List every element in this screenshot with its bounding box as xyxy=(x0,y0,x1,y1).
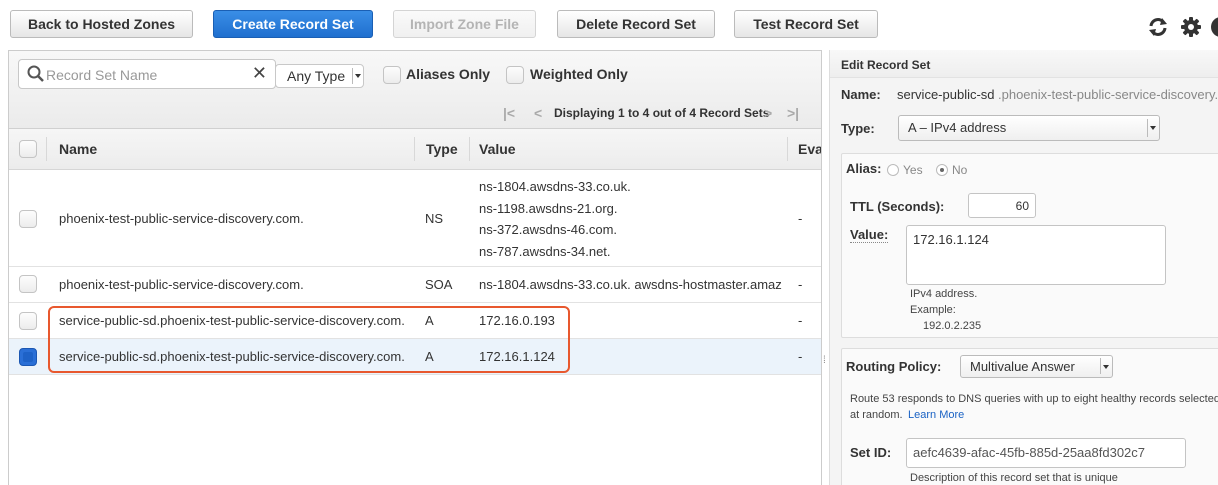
chevron-down-icon xyxy=(1100,358,1110,374)
column-header-value[interactable]: Value xyxy=(479,141,516,157)
aliases-only-label: Aliases Only xyxy=(406,66,491,82)
pager-text: Displaying 1 to 4 out of 4 Record Sets xyxy=(554,106,770,120)
row-checkbox[interactable] xyxy=(19,210,37,228)
alias-yes-label: Yes xyxy=(903,163,923,177)
set-id-hint: Description of this record set that is u… xyxy=(910,472,1118,484)
row-checkbox[interactable] xyxy=(19,312,37,330)
value-textarea[interactable]: 172.16.1.124 xyxy=(906,225,1166,285)
type-filter-select[interactable]: Any Type xyxy=(275,64,364,88)
previous-page-icon[interactable]: < xyxy=(534,105,542,121)
column-header-name[interactable]: Name xyxy=(59,141,97,157)
last-page-icon[interactable]: >| xyxy=(787,105,799,121)
column-divider xyxy=(787,137,788,161)
record-evaluate-health: - xyxy=(798,349,803,364)
routing-policy-section: Routing Policy: Multivalue Answer Route … xyxy=(841,348,1218,485)
routing-policy-description: Route 53 responds to DNS queries with up… xyxy=(850,393,1218,405)
first-page-icon[interactable]: |< xyxy=(503,105,515,121)
refresh-icon[interactable] xyxy=(1147,16,1169,41)
panel-splitter-handle[interactable]: ⁞ xyxy=(823,355,826,366)
table-row[interactable]: phoenix-test-public-service-discovery.co… xyxy=(9,171,821,267)
record-name: phoenix-test-public-service-discovery.co… xyxy=(59,211,304,226)
select-all-checkbox[interactable] xyxy=(19,140,37,158)
type-label: Type: xyxy=(841,121,875,136)
delete-record-set-button[interactable]: Delete Record Set xyxy=(557,10,715,38)
column-divider xyxy=(469,137,470,161)
value-hint-ipv4: IPv4 address. xyxy=(910,288,978,300)
record-set-list-panel: Record Set Name ✕ Any Type Aliases Only … xyxy=(8,50,822,485)
record-type: NS xyxy=(425,211,444,226)
alias-no-radio[interactable] xyxy=(936,164,948,176)
aliases-only-checkbox[interactable] xyxy=(383,66,401,84)
gear-icon[interactable] xyxy=(1180,16,1202,41)
import-zone-file-button[interactable]: Import Zone File xyxy=(393,10,536,38)
search-input[interactable]: Record Set Name ✕ xyxy=(18,59,276,89)
clear-search-icon[interactable]: ✕ xyxy=(252,63,267,84)
search-placeholder: Record Set Name xyxy=(46,67,158,83)
routing-policy-label: Routing Policy: xyxy=(846,359,942,374)
ttl-input[interactable]: 60 xyxy=(968,193,1036,218)
alias-yes-radio[interactable] xyxy=(887,164,899,176)
record-name: phoenix-test-public-service-discovery.co… xyxy=(59,277,304,292)
learn-more-link[interactable]: Learn More xyxy=(908,409,964,421)
value-hint-example-ip: 192.0.2.235 xyxy=(923,320,982,332)
record-evaluate-health: - xyxy=(798,277,803,292)
column-header-type[interactable]: Type xyxy=(426,141,458,157)
table-row[interactable]: phoenix-test-public-service-discovery.co… xyxy=(9,267,821,303)
weighted-only-checkbox[interactable] xyxy=(506,66,524,84)
filter-bar: Record Set Name ✕ Any Type Aliases Only … xyxy=(9,51,821,129)
test-record-set-button[interactable]: Test Record Set xyxy=(734,10,878,38)
routing-policy-value: Multivalue Answer xyxy=(970,359,1075,374)
record-evaluate-health: - xyxy=(798,211,803,226)
zone-suffix: .phoenix-test-public-service-discovery.c xyxy=(998,87,1218,102)
set-id-label: Set ID: xyxy=(850,445,892,460)
type-select[interactable]: A – IPv4 address xyxy=(898,115,1160,141)
info-icon[interactable] xyxy=(1210,16,1218,41)
column-divider xyxy=(414,137,415,161)
value-hint-example: Example: xyxy=(910,304,956,316)
routing-policy-select[interactable]: Multivalue Answer xyxy=(960,355,1113,378)
record-type: SOA xyxy=(425,277,453,292)
weighted-only-label: Weighted Only xyxy=(530,66,628,82)
edit-record-set-panel: Edit Record Set Name: service-public-sd … xyxy=(829,50,1218,485)
record-value: ns-1804.awsdns-33.co.uk. awsdns-hostmast… xyxy=(479,277,782,292)
chevron-down-icon xyxy=(352,68,361,84)
value-label: Value: xyxy=(850,227,889,243)
column-header-evaluate-health[interactable]: Eva xyxy=(798,141,821,157)
next-page-icon[interactable]: > xyxy=(764,105,772,121)
record-value: ns-1804.awsdns-33.co.uk. ns-1198.awsdns-… xyxy=(479,179,631,259)
type-filter-value: Any Type xyxy=(287,68,346,84)
row-checkbox[interactable] xyxy=(19,275,37,293)
ttl-label: TTL (Seconds): xyxy=(850,199,945,214)
alias-ttl-value-section: Alias: Yes No TTL (Seconds): 60 1m 5m 1h… xyxy=(841,153,1218,338)
create-record-set-button[interactable]: Create Record Set xyxy=(213,10,373,38)
search-icon xyxy=(27,65,45,86)
column-divider xyxy=(46,137,47,161)
back-to-hosted-zones-button[interactable]: Back to Hosted Zones xyxy=(10,10,193,38)
record-evaluate-health: - xyxy=(798,313,803,328)
edit-panel-title: Edit Record Set xyxy=(841,58,931,72)
type-select-value: A – IPv4 address xyxy=(908,120,1007,135)
highlight-annotation xyxy=(48,306,570,373)
set-id-input[interactable]: aefc4639-afac-45fb-885d-25aa8fd302c7 xyxy=(906,438,1186,468)
row-checkbox-checked[interactable] xyxy=(19,348,37,366)
name-label: Name: xyxy=(841,87,881,102)
record-name-value[interactable]: service-public-sd xyxy=(897,87,995,102)
alias-label: Alias: xyxy=(846,161,882,176)
table-header: Name Type Value Eva xyxy=(9,129,821,170)
alias-no-label: No xyxy=(952,163,968,177)
chevron-down-icon xyxy=(1147,119,1157,137)
routing-policy-description-end: at random. xyxy=(850,409,903,421)
